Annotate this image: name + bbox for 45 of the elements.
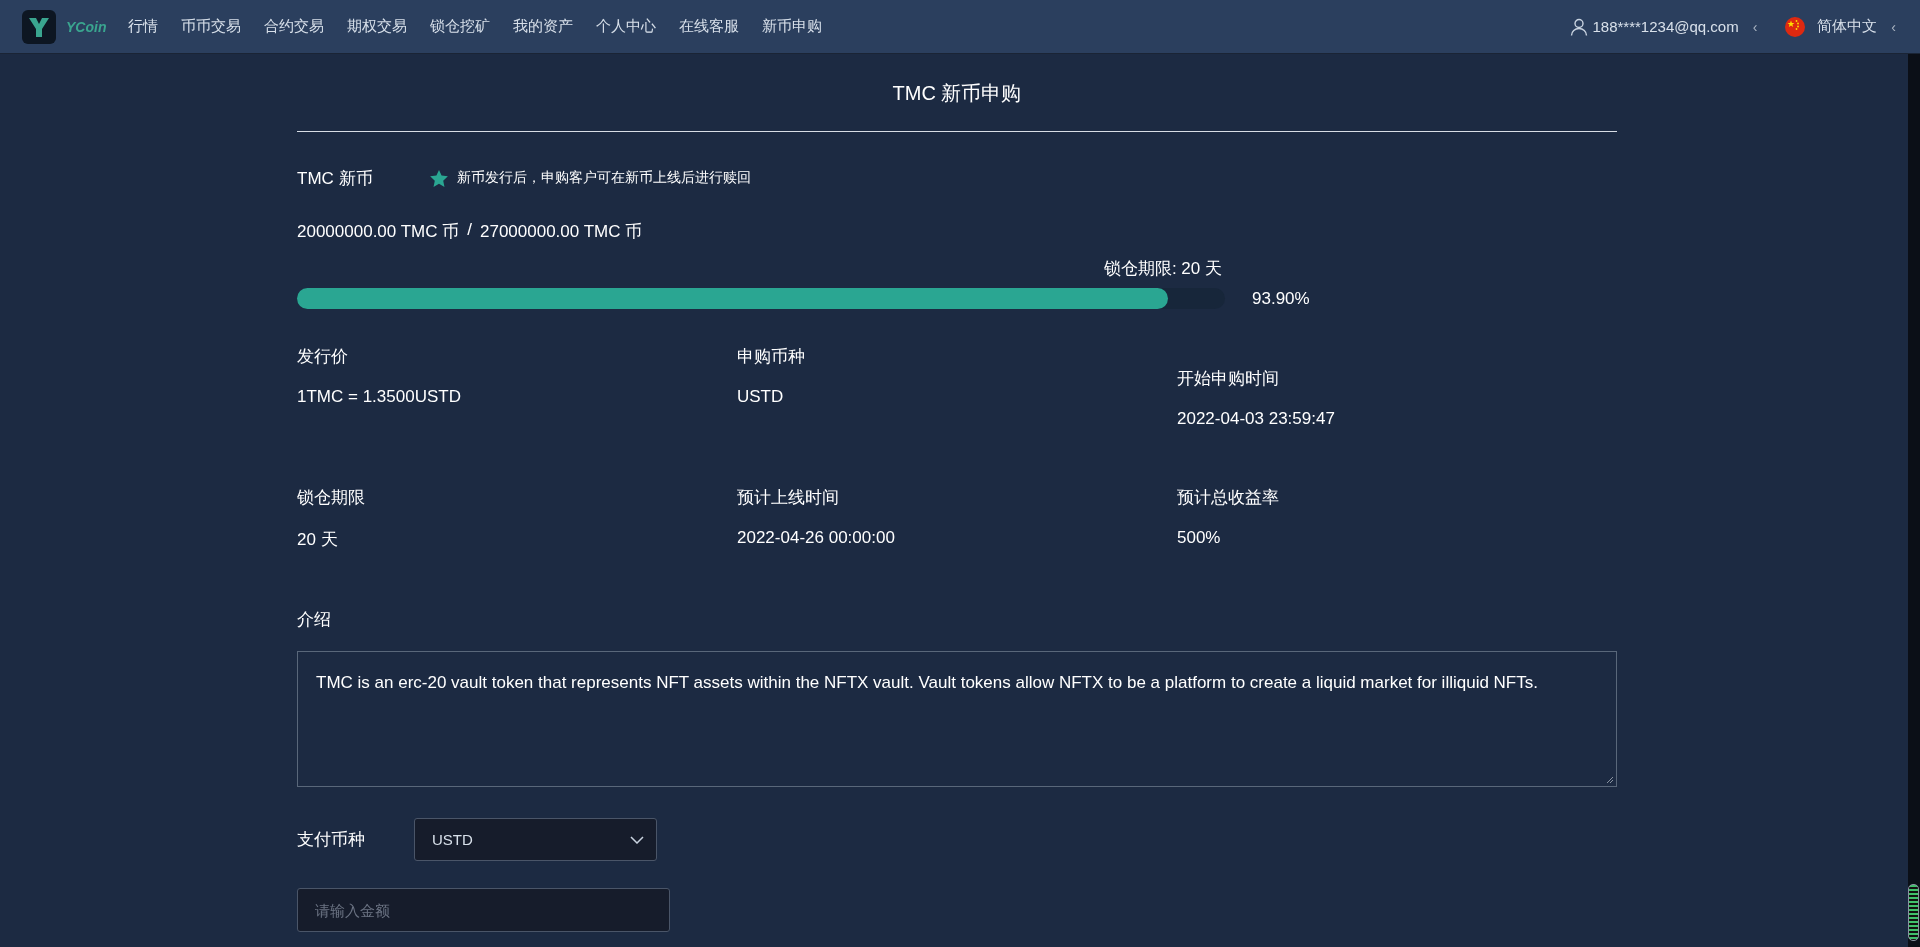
detail-value: 1TMC = 1.3500USTD: [297, 387, 462, 407]
progress-percent: 93.90%: [1252, 288, 1310, 309]
nav-link[interactable]: 我的资产: [513, 17, 574, 36]
detail-label: 预计总收益率: [1177, 487, 1280, 509]
nav-link[interactable]: 个人中心: [596, 17, 657, 36]
intro-text: TMC is an erc-20 vault token that represents NFT assets within the NFTX vault. Vault tokens allow NFTX to be a platform to create a liquid market for illiquid NFTs.: [316, 673, 1538, 692]
detail-value: USTD: [737, 387, 785, 407]
china-flag-icon: [1785, 16, 1806, 37]
detail-label: 申购币种: [737, 346, 806, 368]
scrollbar[interactable]: [1908, 54, 1920, 947]
detail-label: 预计上线时间: [737, 487, 840, 509]
nav-link[interactable]: 期权交易: [347, 17, 408, 36]
currency-select[interactable]: USTD: [414, 818, 657, 861]
amount-input[interactable]: 请输入金额: [297, 888, 670, 932]
redeem-note: 新币发行后，申购客户可在新币上线后进行赎回: [457, 169, 751, 187]
chevron-down-icon: [630, 835, 644, 844]
lock-period-label: 锁仓期限: 20 天: [1103, 258, 1222, 280]
resize-handle-icon: [1606, 776, 1614, 784]
nav-link[interactable]: 在线客服: [679, 17, 740, 36]
coin-name: TMC 新币: [297, 167, 374, 190]
star-icon: [430, 169, 448, 187]
separator: /: [467, 220, 472, 241]
user-icon: [1570, 17, 1589, 36]
intro-text-area[interactable]: TMC is an erc-20 vault token that represents NFT assets within the NFTX vault. Vault tokens allow NFTX to be a platform to create a liquid market for illiquid NFTs.: [297, 651, 1617, 787]
detail-label: 发行价: [297, 346, 349, 368]
payment-label: 支付币种: [297, 829, 366, 851]
detail-value: 2022-04-03 23:59:47: [1177, 409, 1336, 429]
nav-link[interactable]: 合约交易: [264, 17, 325, 36]
nav-link[interactable]: 币币交易: [181, 17, 242, 36]
nav-link[interactable]: 行情: [128, 17, 159, 36]
detail-label: 开始申购时间: [1177, 368, 1280, 390]
logo-icon: [22, 9, 56, 44]
total-amount: 27000000.00 TMC 币: [479, 221, 643, 243]
account-menu[interactable]: 188****1234@qq.com ‹: [1570, 17, 1758, 36]
nav-link[interactable]: 锁仓挖矿: [430, 17, 491, 36]
brand-name[interactable]: YCoin: [66, 18, 107, 35]
raised-amount: 20000000.00 TMC 币: [297, 221, 460, 243]
detail-value: 20 天: [297, 529, 339, 551]
page-title: TMC 新币申购: [297, 54, 1617, 132]
section-label: 介绍: [297, 609, 332, 631]
detail-value: 2022-04-26 00:00:00: [737, 528, 896, 548]
language-menu[interactable]: 简体中文 ‹: [1785, 16, 1896, 37]
detail-value: 500%: [1177, 528, 1222, 548]
nav-link[interactable]: 新币申购: [762, 17, 823, 36]
detail-label: 锁仓期限: [297, 487, 366, 509]
